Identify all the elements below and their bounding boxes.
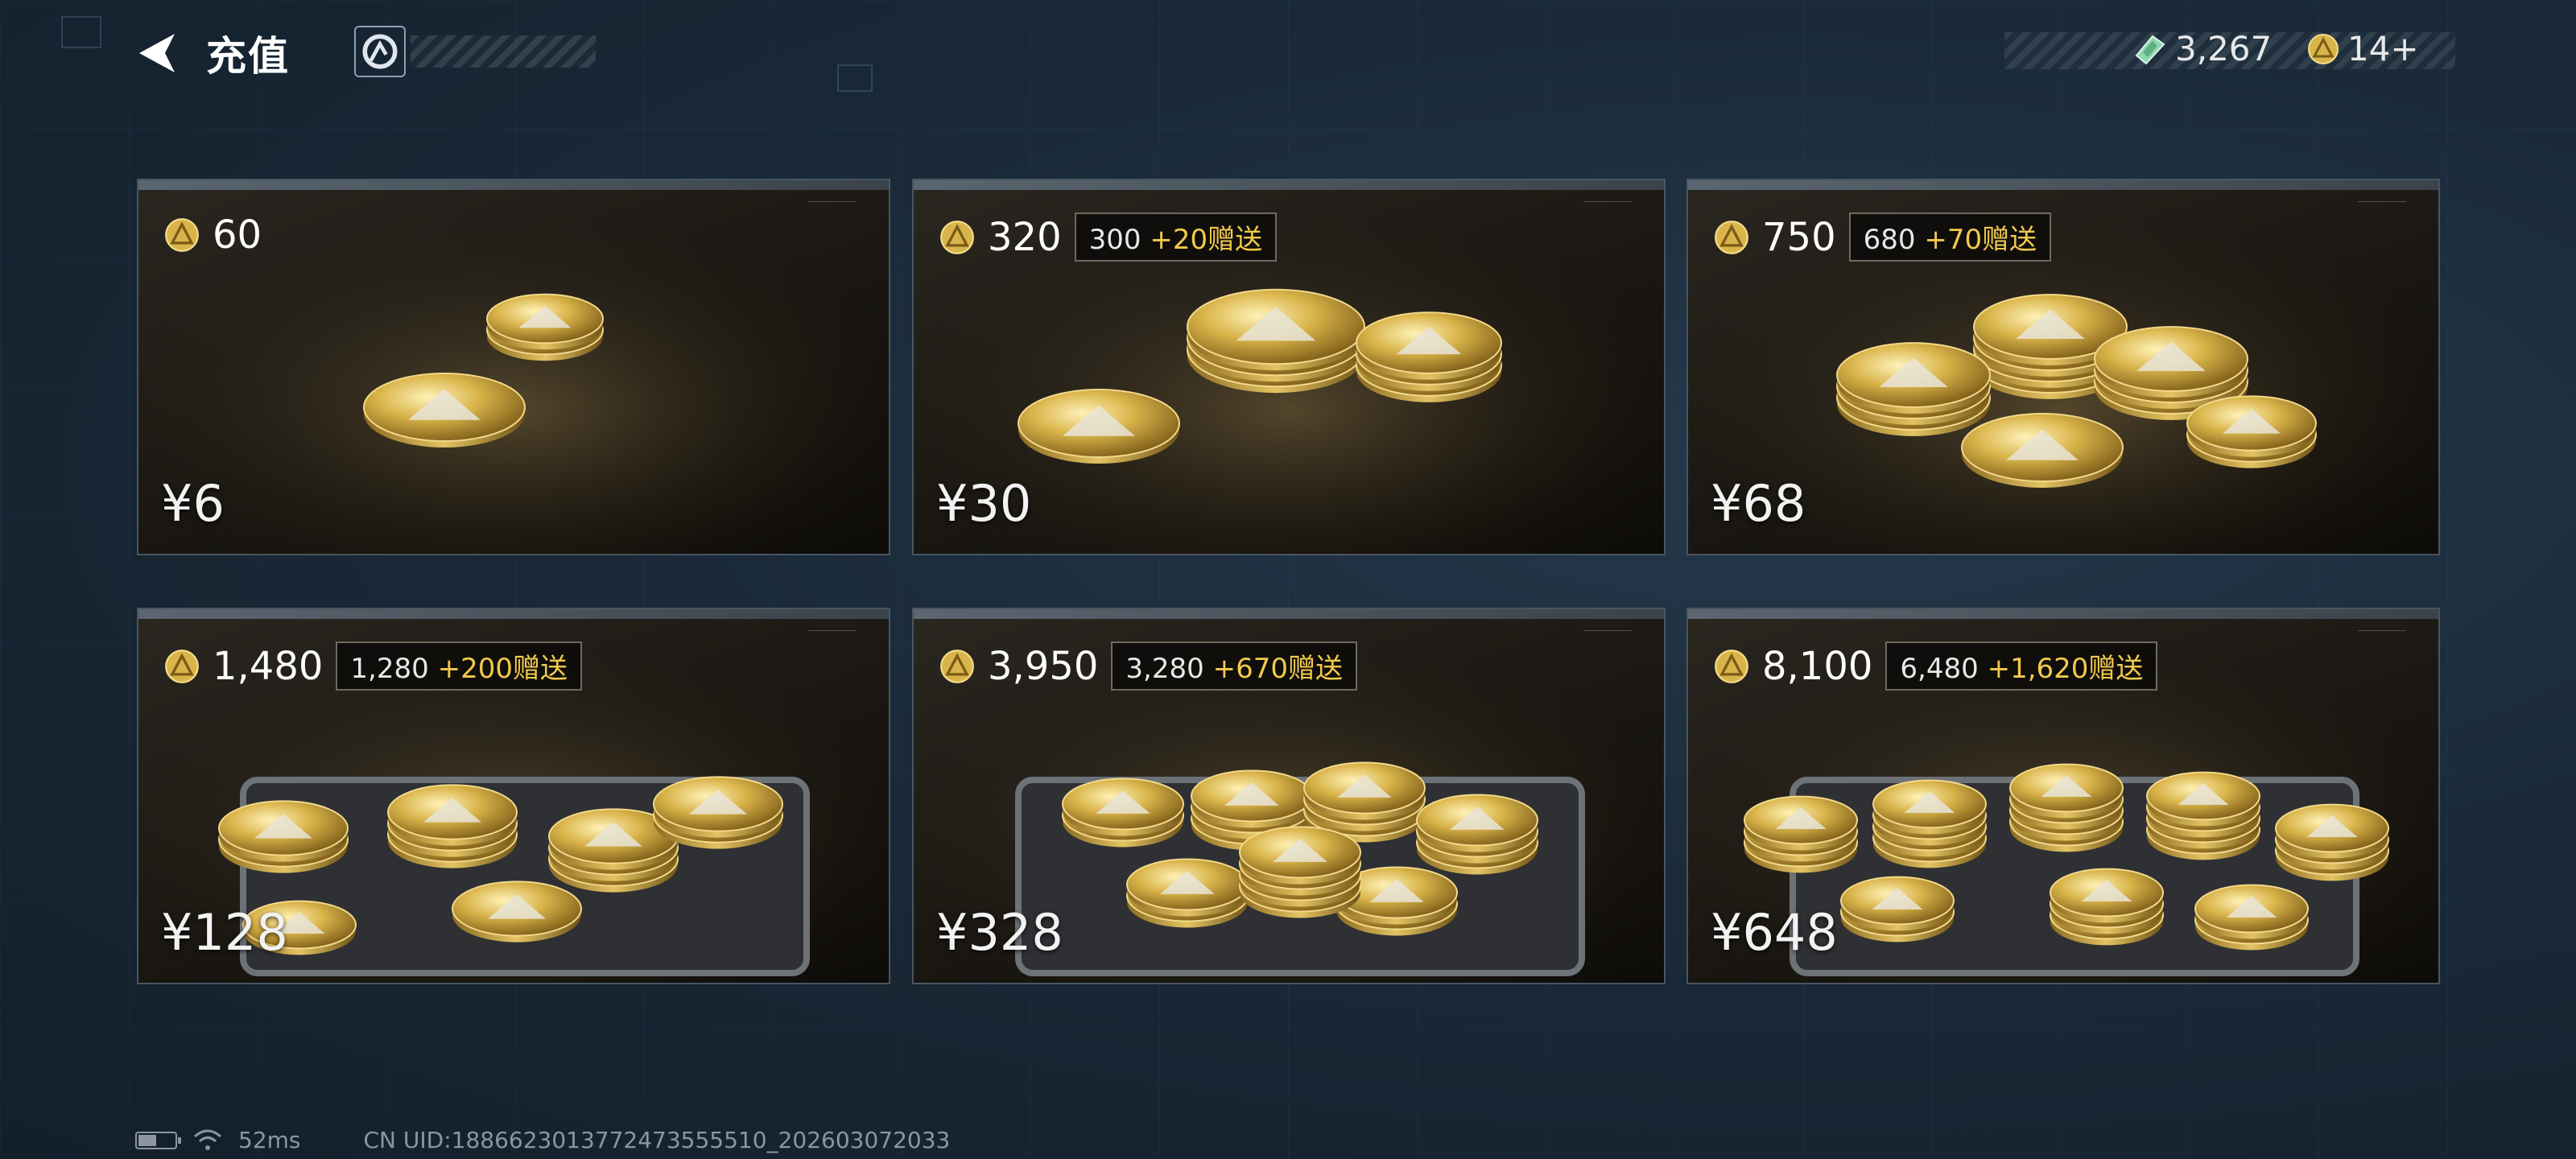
card-header-strip bbox=[138, 180, 889, 190]
coin-stack bbox=[218, 800, 349, 873]
pack-card[interactable]: 60 ¥6 bbox=[137, 179, 890, 555]
bonus-gift: +1,620赠送 bbox=[1987, 653, 2144, 685]
coin-icon bbox=[940, 649, 974, 683]
pack-amount-row: 750 680 +70赠送 bbox=[1714, 212, 2052, 262]
coin-stack bbox=[1187, 288, 1365, 394]
coin-stack bbox=[363, 373, 526, 448]
battery-icon bbox=[135, 1131, 181, 1149]
coin-stack bbox=[486, 293, 604, 361]
bonus-gift: +670赠送 bbox=[1212, 653, 1343, 685]
pack-amount-row: 1,480 1,280 +200赠送 bbox=[164, 641, 582, 691]
pack-card[interactable]: 1,480 1,280 +200赠送 ¥128 bbox=[137, 608, 890, 984]
coin-stack bbox=[1018, 389, 1180, 464]
pack-amount: 60 bbox=[213, 212, 262, 258]
pack-amount-row: 8,100 6,480 +1,620赠送 bbox=[1714, 641, 2158, 691]
coin-icon bbox=[1715, 649, 1748, 683]
coin-stack bbox=[1744, 795, 1858, 873]
uid-text: CN UID:1886623013772473555510_2026030720… bbox=[363, 1127, 951, 1153]
pack-card[interactable]: 8,100 6,480 +1,620赠送 ¥648 bbox=[1686, 608, 2440, 984]
pack-price: ¥648 bbox=[1711, 903, 1838, 962]
coin-balance[interactable]: 14+ bbox=[2307, 29, 2419, 68]
coin-stack bbox=[1239, 826, 1361, 918]
latency-text: 52ms bbox=[238, 1127, 301, 1153]
card-header-strip bbox=[1688, 609, 2438, 619]
background-grid bbox=[0, 0, 2576, 1159]
card-header-strip bbox=[138, 609, 889, 619]
title-stripe-decoration bbox=[411, 35, 596, 68]
coin-stack bbox=[1062, 777, 1184, 848]
bonus-base: 6,480 bbox=[1900, 653, 1979, 685]
coin-stack bbox=[653, 776, 783, 849]
pack-amount: 3,950 bbox=[988, 643, 1099, 689]
coin-stack bbox=[1872, 779, 1987, 868]
bonus-base: 3,280 bbox=[1125, 653, 1204, 685]
bonus-badge: 680 +70赠送 bbox=[1848, 212, 2052, 262]
status-bar: 52ms CN UID:1886623013772473555510_20260… bbox=[135, 1127, 950, 1153]
coin-stack bbox=[1961, 413, 2124, 488]
coin-icon bbox=[940, 220, 974, 254]
wifi-icon bbox=[194, 1129, 221, 1150]
emblem-icon[interactable] bbox=[354, 26, 406, 77]
coin-stack bbox=[387, 784, 518, 868]
card-corner-decoration bbox=[808, 201, 857, 208]
top-bar: 充值 3,267 14+ bbox=[0, 0, 2576, 105]
pack-amount: 8,100 bbox=[1762, 643, 1873, 689]
bonus-base: 680 bbox=[1863, 224, 1916, 256]
pack-card[interactable]: 750 680 +70赠送 ¥68 bbox=[1686, 179, 2440, 555]
pack-price: ¥328 bbox=[936, 903, 1063, 962]
coin-icon bbox=[1715, 220, 1748, 254]
gem-balance-value: 3,267 bbox=[2175, 29, 2273, 68]
coin-icon bbox=[2308, 33, 2339, 64]
card-corner-decoration bbox=[808, 630, 857, 637]
pack-card[interactable]: 3,950 3,280 +670赠送 ¥328 bbox=[912, 608, 1666, 984]
back-arrow-icon[interactable] bbox=[133, 27, 184, 79]
coin-stack bbox=[1356, 311, 1502, 402]
coin-icon bbox=[165, 649, 199, 683]
card-header-strip bbox=[914, 609, 1664, 619]
card-header-strip bbox=[914, 180, 1664, 190]
card-header-strip bbox=[1688, 180, 2438, 190]
pack-price: ¥128 bbox=[161, 903, 288, 962]
coin-stack bbox=[2186, 395, 2317, 468]
gem-icon bbox=[2135, 35, 2165, 64]
page-title: 充值 bbox=[206, 33, 290, 80]
pack-amount: 320 bbox=[988, 214, 1062, 260]
pack-amount-row: 60 bbox=[164, 212, 262, 258]
coin-stack bbox=[2050, 868, 2164, 946]
bonus-badge: 3,280 +670赠送 bbox=[1111, 641, 1357, 691]
bonus-base: 300 bbox=[1088, 224, 1141, 256]
coin-stack bbox=[1836, 342, 1991, 436]
pack-price: ¥68 bbox=[1711, 474, 1806, 533]
card-corner-decoration bbox=[2358, 201, 2406, 208]
bonus-base: 1,280 bbox=[350, 653, 429, 685]
pack-card[interactable]: 320 300 +20赠送 ¥30 bbox=[912, 179, 1666, 555]
gem-balance[interactable]: 3,267 bbox=[2132, 29, 2272, 68]
pack-amount: 1,480 bbox=[213, 643, 324, 689]
coin-stack bbox=[1126, 858, 1249, 928]
bonus-gift: +200赠送 bbox=[437, 653, 568, 685]
bonus-badge: 1,280 +200赠送 bbox=[336, 641, 582, 691]
card-corner-decoration bbox=[1583, 201, 1632, 208]
coin-stack bbox=[1840, 876, 1955, 942]
coin-stack bbox=[2194, 884, 2309, 951]
coin-stack bbox=[2146, 771, 2260, 860]
pack-price: ¥6 bbox=[161, 474, 225, 533]
bonus-badge: 6,480 +1,620赠送 bbox=[1885, 641, 2158, 691]
bonus-gift: +70赠送 bbox=[1924, 224, 2037, 256]
pack-amount-row: 3,950 3,280 +670赠送 bbox=[939, 641, 1357, 691]
pack-amount-row: 320 300 +20赠送 bbox=[939, 212, 1278, 262]
coin-icon bbox=[165, 218, 199, 252]
bonus-badge: 300 +20赠送 bbox=[1074, 212, 1278, 262]
pack-amount: 750 bbox=[1762, 214, 1836, 260]
coin-balance-value: 14+ bbox=[2347, 29, 2419, 68]
coin-stack bbox=[2275, 803, 2389, 881]
coin-stack bbox=[2009, 763, 2124, 852]
coin-stack bbox=[1416, 794, 1538, 875]
bonus-gift: +20赠送 bbox=[1150, 224, 1263, 256]
pack-price: ¥30 bbox=[936, 474, 1032, 533]
card-corner-decoration bbox=[2358, 630, 2406, 637]
card-corner-decoration bbox=[1583, 630, 1632, 637]
coin-stack bbox=[452, 881, 582, 942]
